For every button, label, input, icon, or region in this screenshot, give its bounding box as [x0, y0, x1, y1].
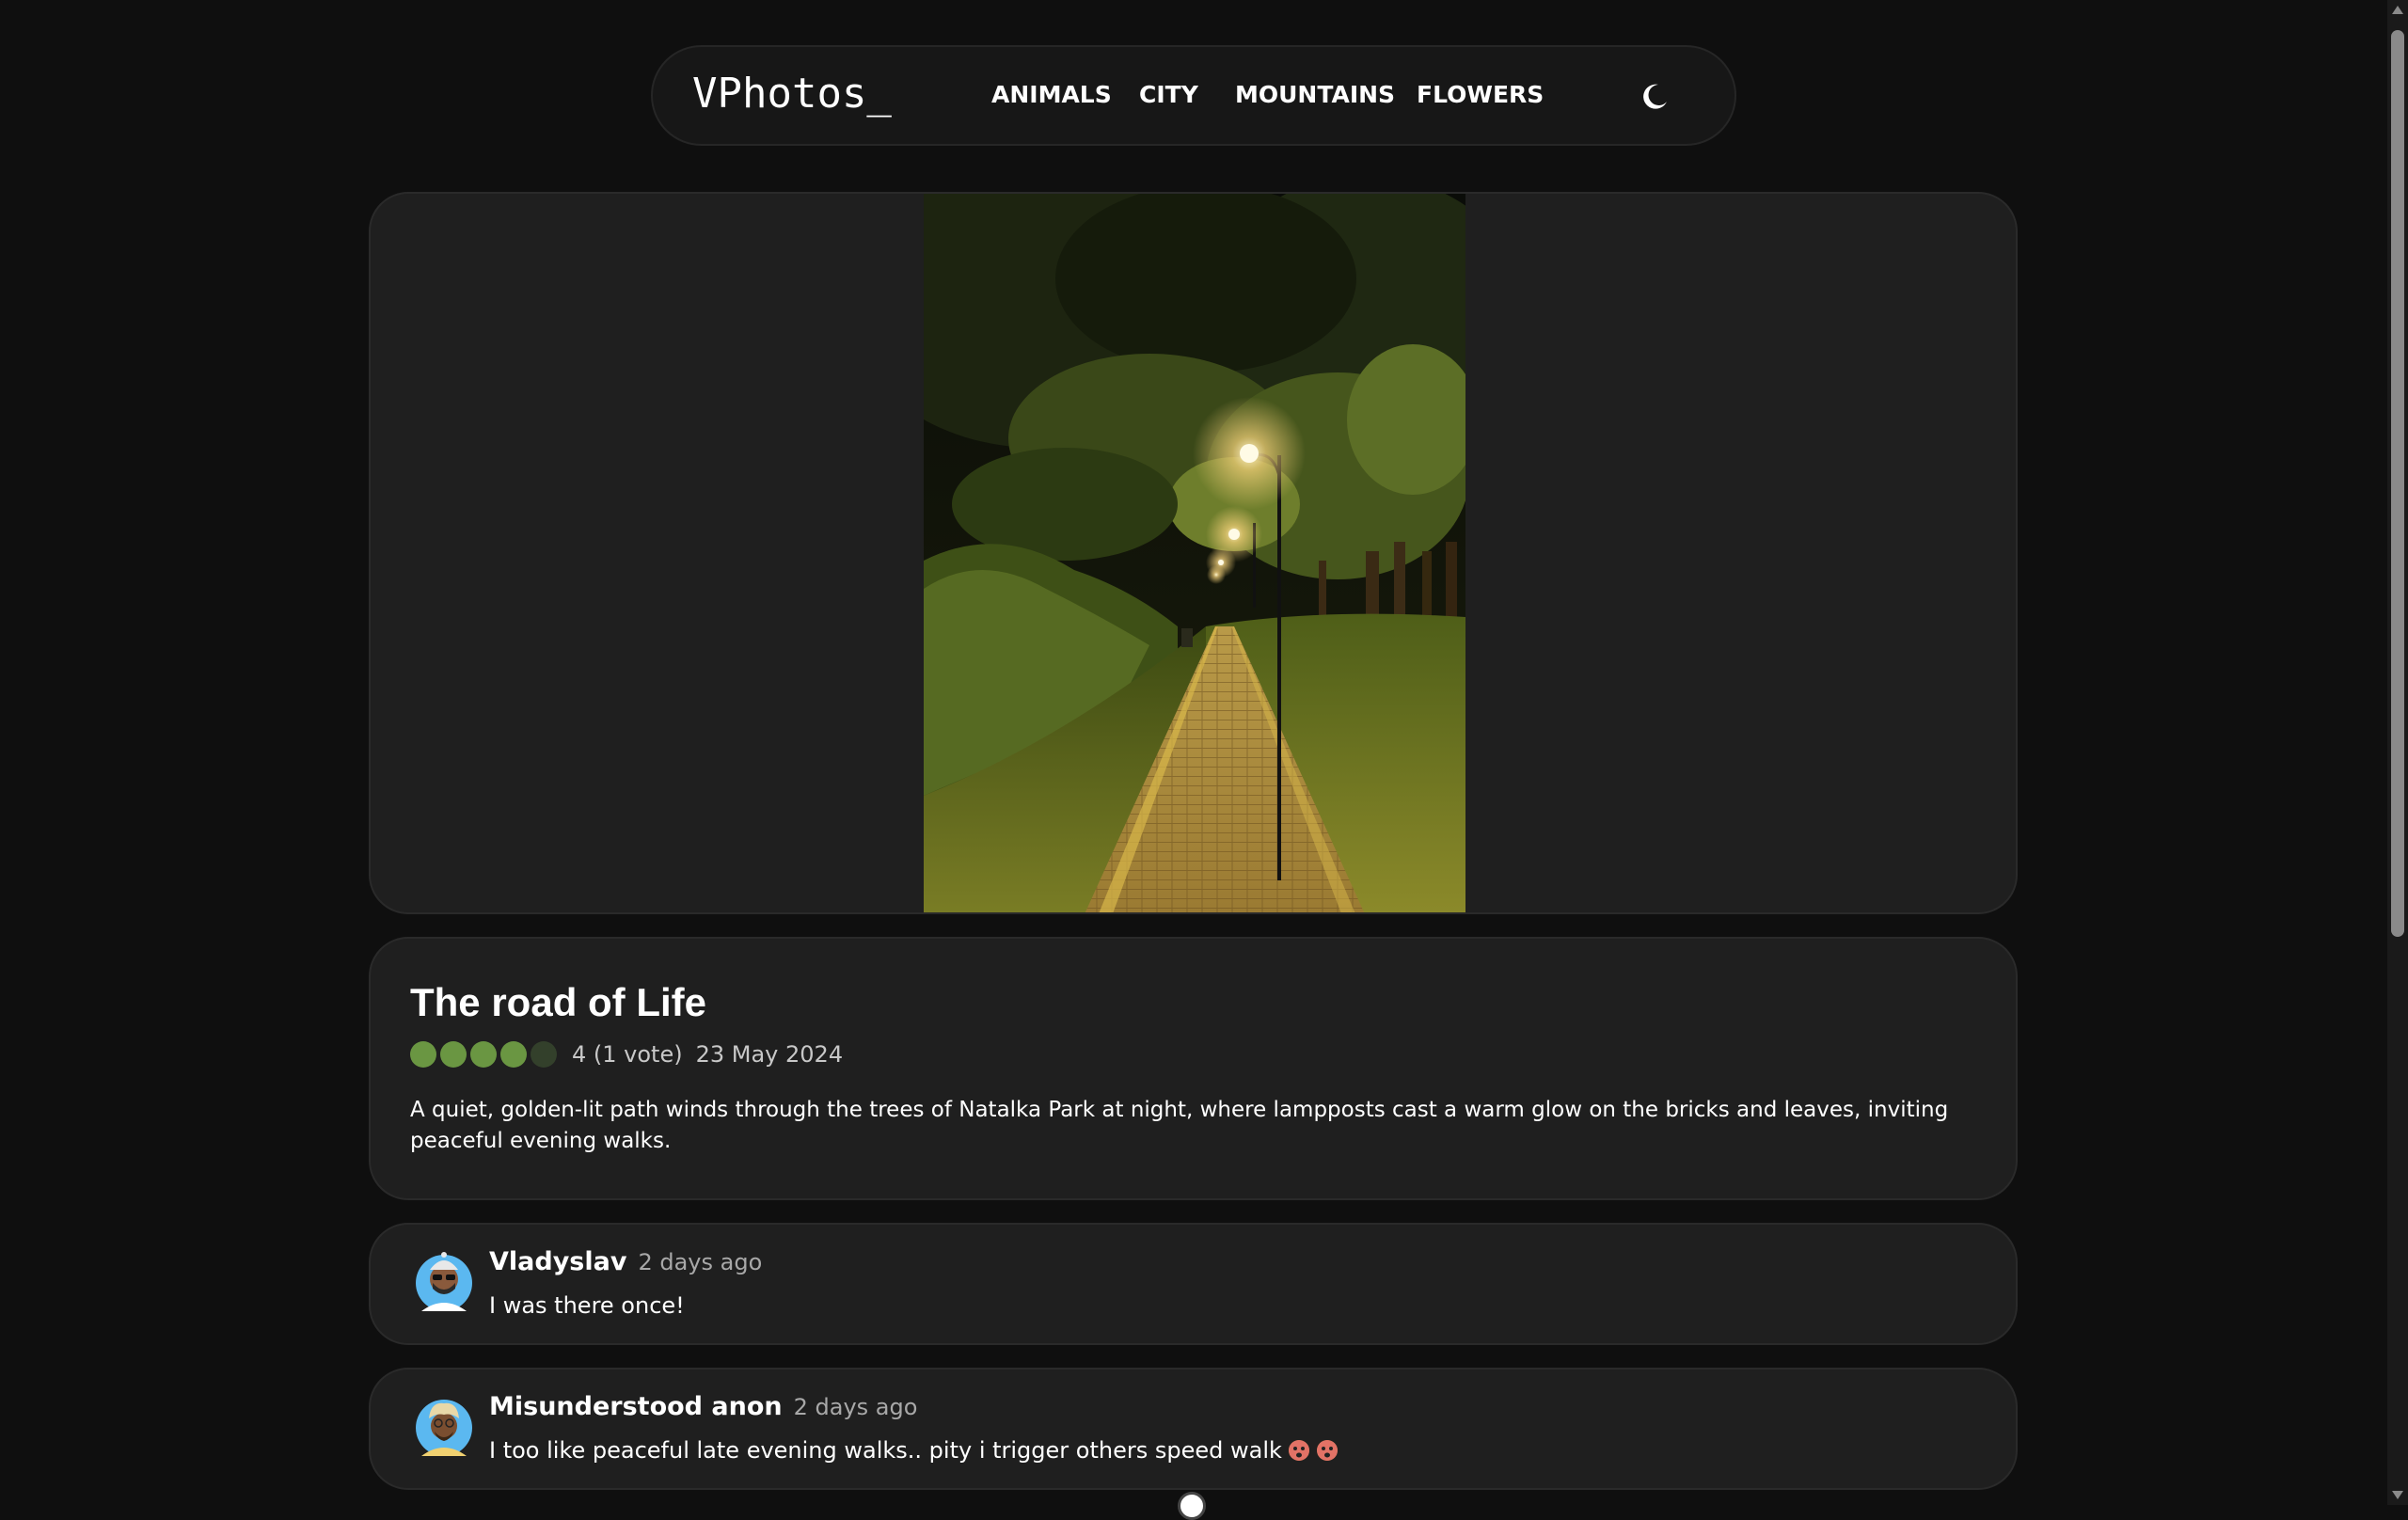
rating-dot-4[interactable]: [500, 1041, 527, 1068]
comment-timestamp: 2 days ago: [638, 1249, 763, 1275]
scroll-down-arrow-icon[interactable]: [2392, 1491, 2403, 1499]
nav-item-animals[interactable]: ANIMALS: [991, 81, 1112, 108]
photo-title: The road of Life: [410, 980, 706, 1024]
rating-summary: 4 (1 vote): [572, 1041, 683, 1068]
rating-dot-3[interactable]: [470, 1041, 497, 1068]
comment-header: Vladyslav 2 days ago: [489, 1247, 762, 1276]
rating-dot-2[interactable]: [440, 1041, 467, 1068]
rating-dot-1[interactable]: [410, 1041, 436, 1068]
avatar: [414, 1247, 474, 1313]
scroll-indicator[interactable]: [1178, 1492, 1206, 1520]
comment-author[interactable]: Misunderstood anon: [489, 1392, 783, 1421]
comment-card: Misunderstood anon 2 days ago I too like…: [369, 1368, 2018, 1490]
rating-dot-5[interactable]: [531, 1041, 557, 1068]
scrollbar-thumb[interactable]: [2391, 30, 2404, 937]
nav-item-city[interactable]: CITY: [1139, 81, 1198, 108]
moon-icon[interactable]: [1639, 81, 1671, 113]
comment-text: I was there once!: [489, 1292, 685, 1319]
photo-description: A quiet, golden-lit path winds through t…: [410, 1098, 1949, 1153]
comment-card: Vladyslav 2 days ago I was there once!: [369, 1223, 2018, 1345]
crying-face-icon: [1288, 1440, 1309, 1461]
page-scrollbar[interactable]: [2387, 0, 2408, 1505]
park-path-photo[interactable]: [924, 194, 1465, 914]
comment-author[interactable]: Vladyslav: [489, 1247, 626, 1276]
photo-card: [369, 192, 2018, 914]
comment-text: I too like peaceful late evening walks..…: [489, 1437, 1339, 1464]
photo-info-card: The road of Life 4 (1 vote) 23 May 2024 …: [369, 937, 2018, 1200]
avatar: [414, 1392, 474, 1458]
rating-row: 4 (1 vote) 23 May 2024: [410, 1040, 843, 1069]
comment-text-body: I too like peaceful late evening walks..…: [489, 1437, 1282, 1464]
comment-timestamp: 2 days ago: [793, 1394, 918, 1420]
site-logo[interactable]: VPhotos_: [692, 70, 892, 118]
publish-date: 23 May 2024: [695, 1041, 844, 1068]
nav-item-mountains[interactable]: MOUNTAINS: [1235, 81, 1395, 108]
nav-item-flowers[interactable]: FLOWERS: [1417, 81, 1544, 108]
comment-header: Misunderstood anon 2 days ago: [489, 1392, 917, 1421]
scroll-up-arrow-icon[interactable]: [2392, 6, 2403, 14]
top-navigation-bar: VPhotos_ ANIMALS CITY MOUNTAINS FLOWERS: [651, 45, 1736, 146]
crying-face-icon: [1316, 1440, 1338, 1461]
